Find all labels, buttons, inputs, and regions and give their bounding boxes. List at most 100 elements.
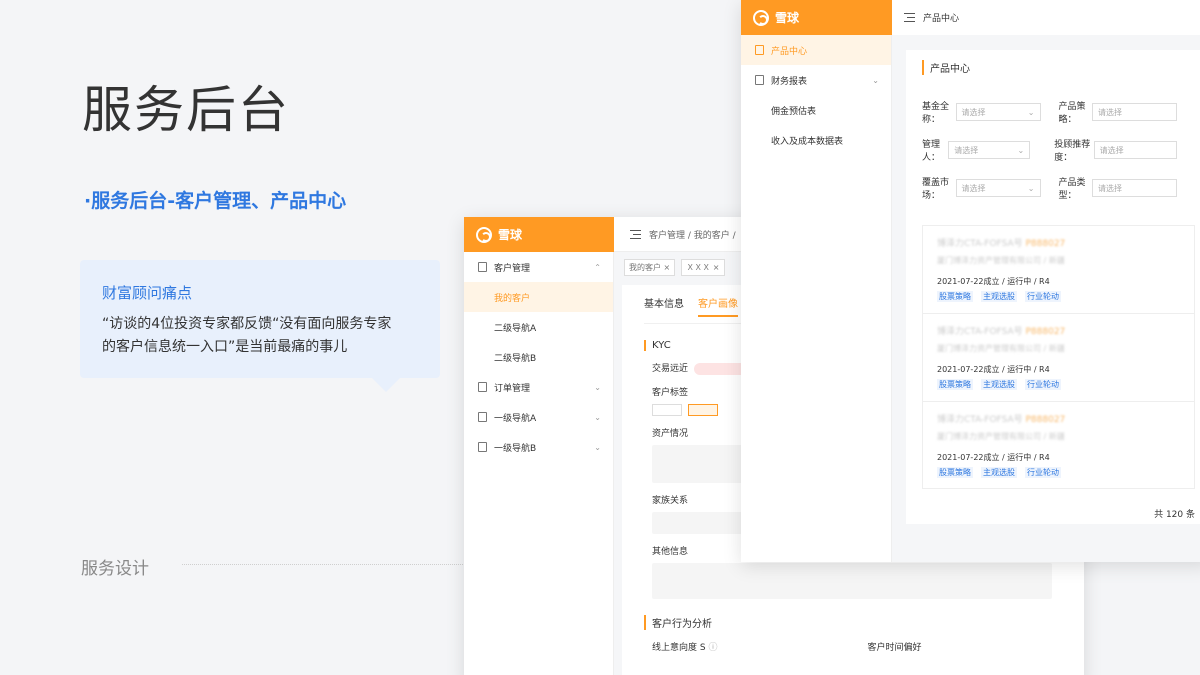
- chevron-down-icon: ⌄: [594, 442, 601, 452]
- tag-link[interactable]: 主观选股: [981, 291, 1017, 302]
- nav-primary-a[interactable]: 一级导航A ⌄: [464, 402, 613, 432]
- product-company: 厦门博泽力资产管理有限公司 / 新疆: [937, 256, 1065, 265]
- fund-name-select[interactable]: 请选择 ⌄: [955, 103, 1041, 121]
- chevron-down-icon: ⌄: [594, 382, 601, 392]
- tab-customer-portrait[interactable]: 客户画像: [698, 295, 738, 317]
- page-tag-other[interactable]: ＸＸＸ ×: [681, 259, 725, 276]
- product-name: 博泽力CTA-FOFSA号 P888027: [937, 412, 1180, 425]
- product-tags: 股票策略 主观选股 行业轮动: [937, 291, 1180, 302]
- product-name: 博泽力CTA-FOFSA号 P888027: [937, 324, 1180, 337]
- time-pref-label: 客户时间偏好: [867, 642, 922, 653]
- tag-link[interactable]: 主观选股: [981, 379, 1017, 390]
- document-icon: [755, 75, 764, 85]
- filter-label: 产品类型：: [1058, 178, 1086, 201]
- tab-basic-info[interactable]: 基本信息: [644, 295, 684, 317]
- nav-label: 客户管理: [494, 263, 531, 274]
- chevron-up-icon: ⌃: [594, 262, 601, 272]
- tag-chip[interactable]: [652, 403, 682, 416]
- online-label: 线上意向度: [652, 642, 698, 653]
- tag-link[interactable]: 行业轮动: [1025, 291, 1061, 302]
- open-tabs: 我的客户 × ＸＸＸ ×: [624, 259, 725, 276]
- pain-point-title: 财富顾问痛点: [102, 284, 193, 302]
- product-card[interactable]: 博泽力CTA-FOFSA号 P888027 厦门博泽力资产管理有限公司 / 新疆…: [922, 313, 1195, 401]
- document-icon: [478, 262, 487, 272]
- nav-secondary-b[interactable]: 二级导航B: [464, 342, 613, 372]
- tag-link[interactable]: 股票策略: [937, 379, 973, 390]
- customer-sidebar: 客户管理 ⌃ 我的客户 二级导航A 二级导航B 订单管理 ⌄ 一级导航A ⌄ 一级导航…: [464, 252, 614, 675]
- snowball-logo-icon: [753, 9, 769, 26]
- manager-select[interactable]: 请选择 ⌄: [948, 141, 1031, 159]
- online-intent: 线上意向度 S ⓘ: [652, 640, 718, 653]
- product-tags: 股票策略 主观选股 行业轮动: [937, 379, 1180, 390]
- nav-primary-b[interactable]: 一级导航B ⌄: [464, 432, 613, 462]
- product-code: P888027: [1025, 327, 1066, 337]
- select-placeholder: 请选择: [961, 107, 986, 117]
- breadcrumb: 客户管理 / 我的客户 /: [649, 230, 736, 241]
- select-placeholder: 请选择: [961, 183, 986, 193]
- chevron-down-icon: ⌄: [1017, 145, 1025, 155]
- document-icon: [478, 442, 487, 452]
- snowball-logo-icon: [476, 226, 492, 243]
- chevron-down-icon: ⌄: [594, 412, 601, 422]
- product-code: P888027: [1025, 415, 1066, 425]
- nav-product-center[interactable]: 产品中心: [741, 35, 891, 65]
- market-select[interactable]: 请选择 ⌄: [955, 179, 1041, 197]
- select-placeholder: 请选择: [954, 145, 979, 155]
- product-card[interactable]: 博泽力CTA-FOFSA号 P888027 厦门博泽力资产管理有限公司 / 新疆…: [922, 225, 1195, 313]
- recommend-select[interactable]: 请选择: [1093, 141, 1177, 159]
- type-select[interactable]: 请选择: [1092, 179, 1177, 197]
- online-value: S: [699, 642, 706, 653]
- tag-link[interactable]: 主观选股: [981, 467, 1017, 478]
- select-placeholder: 请选择: [1098, 183, 1123, 193]
- product-meta: 2021-07-22成立 / 运行中 / R4: [937, 453, 1050, 462]
- product-sidebar: 产品中心 财务报表 ⌄ 佣金预估表 收入及成本数据表: [741, 35, 892, 562]
- topbar-title: 产品中心: [923, 14, 960, 24]
- nav-commission-estimate[interactable]: 佣金预估表: [741, 95, 891, 125]
- logo-bar: 雪球: [464, 217, 614, 252]
- tag-chip[interactable]: [688, 403, 718, 416]
- nav-label: 产品中心: [771, 46, 808, 57]
- other-textarea[interactable]: [652, 562, 1052, 599]
- tag-link[interactable]: 股票策略: [937, 291, 973, 302]
- pain-point-text-2: 的客户信息统一入口”是当前最痛的事儿: [102, 339, 348, 355]
- product-card[interactable]: 博泽力CTA-FOFSA号 P888027 厦门博泽力资产管理有限公司 / 新疆…: [922, 401, 1195, 489]
- product-code: P888027: [1025, 239, 1066, 249]
- nav-label: 订单管理: [494, 383, 531, 394]
- product-tags: 股票策略 主观选股 行业轮动: [937, 467, 1180, 478]
- nav-my-customers[interactable]: 我的客户: [464, 282, 613, 312]
- product-topbar: 产品中心: [892, 0, 1200, 35]
- nav-secondary-a[interactable]: 二级导航A: [464, 312, 613, 342]
- behavior-title: 客户行为分析: [644, 614, 1062, 630]
- logo-text: 雪球: [498, 228, 523, 242]
- nav-label: 我的客户: [494, 293, 531, 304]
- menu-toggle-icon[interactable]: [630, 229, 641, 239]
- info-icon[interactable]: ⓘ: [708, 643, 717, 653]
- trade-pill: [694, 362, 749, 375]
- product-window: 雪球 产品中心 财务报表 ⌄ 佣金预估表 收入及成本数据表 产品中心 产品中心 基…: [741, 0, 1200, 562]
- pain-point-text-1: “访谈的4位投资专家都反馈“没有面向服务专家: [102, 316, 392, 332]
- tag-link[interactable]: 行业轮动: [1025, 379, 1061, 390]
- product-name-text: 博泽力CTA-FOFSA号: [937, 415, 1023, 425]
- nav-order-management[interactable]: 订单管理 ⌄: [464, 372, 613, 402]
- slide-subtitle: ·服务后台-客户管理、产品中心: [84, 190, 347, 212]
- document-icon: [478, 382, 487, 392]
- nav-customer-management[interactable]: 客户管理 ⌃: [464, 252, 613, 282]
- nav-label: 收入及成本数据表: [771, 136, 844, 147]
- filter-row: 覆盖市场： 请选择 ⌄ 产品类型： 请选择: [922, 175, 1195, 201]
- menu-toggle-icon[interactable]: [904, 13, 915, 22]
- nav-income-cost[interactable]: 收入及成本数据表: [741, 125, 891, 155]
- footer-divider: [182, 564, 467, 565]
- select-placeholder: 请选择: [1099, 145, 1124, 155]
- nav-financial-reports[interactable]: 财务报表 ⌄: [741, 65, 891, 95]
- page-tag-my-customers[interactable]: 我的客户 ×: [624, 259, 676, 276]
- strategy-select[interactable]: 请选择: [1092, 103, 1177, 121]
- select-placeholder: 请选择: [1098, 107, 1123, 117]
- tag-link[interactable]: 股票策略: [937, 467, 973, 478]
- filter-row: 基金全称： 请选择 ⌄ 产品策略： 请选择: [922, 99, 1195, 125]
- tag-link[interactable]: 行业轮动: [1025, 467, 1061, 478]
- filter-label: 产品策略：: [1058, 102, 1086, 125]
- trade-label-text: 交易远近: [652, 364, 689, 374]
- filter-label: 管理人：: [922, 140, 941, 163]
- product-panel: 产品中心 基金全称： 请选择 ⌄ 产品策略： 请选择 管理人： 请选择 ⌄ 投顾推荐…: [906, 50, 1200, 524]
- product-meta: 2021-07-22成立 / 运行中 / R4: [937, 365, 1050, 374]
